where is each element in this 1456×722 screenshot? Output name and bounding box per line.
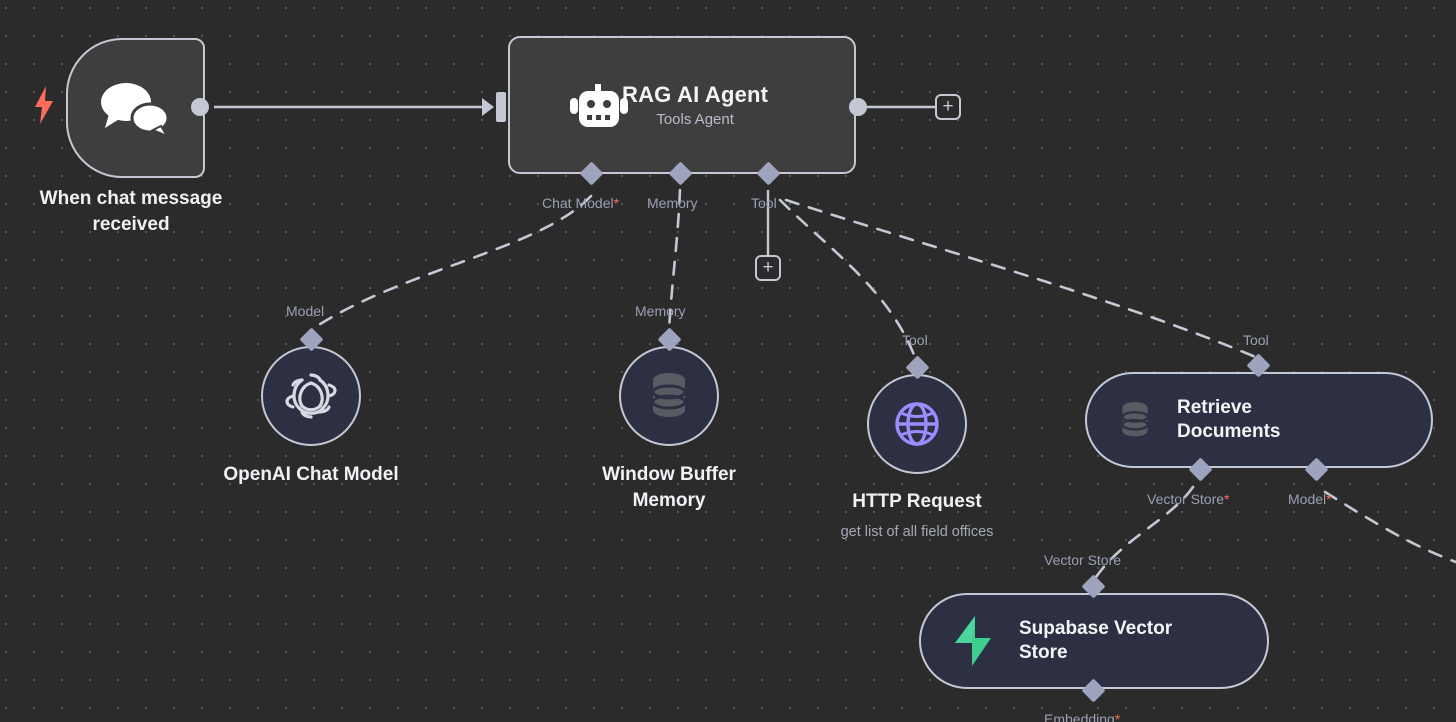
add-node-after-agent-button[interactable]: + xyxy=(935,94,961,120)
add-tool-button[interactable]: + xyxy=(755,255,781,281)
agent-input-port[interactable] xyxy=(496,92,506,122)
node-window-buffer-memory[interactable] xyxy=(619,346,719,446)
port-label-retrieve-vector-store: Vector Store* xyxy=(1147,491,1230,507)
port-label-retrieve-tool: Tool xyxy=(1243,332,1269,348)
node-retrieve-documents[interactable]: Retrieve Documents xyxy=(1085,372,1433,468)
openai-icon xyxy=(285,373,337,419)
port-label-supabase-embedding: Embedding* xyxy=(1044,711,1121,722)
node-rag-ai-agent[interactable]: RAG AI Agent Tools Agent xyxy=(508,36,856,174)
node-caption-window-buffer-memory: Window Buffer Memory xyxy=(602,464,736,511)
agent-input-arrow xyxy=(482,98,494,116)
port-label-retrieve-model: Model* xyxy=(1288,491,1332,507)
node-caption-http-request: HTTP Request xyxy=(852,491,982,512)
chat-bubbles-icon xyxy=(95,78,175,140)
port-label-supabase-vector-store: Vector Store xyxy=(1044,552,1122,568)
port-label-openai-model: Model xyxy=(286,303,325,319)
port-label-memory: Memory xyxy=(647,195,698,211)
supabase-icon xyxy=(955,616,991,666)
agent-subtitle: Tools Agent xyxy=(656,111,734,128)
node-http-request[interactable] xyxy=(867,374,967,474)
retrieve-documents-title: Retrieve Documents xyxy=(1177,396,1281,442)
globe-icon xyxy=(895,402,939,446)
node-supabase-vector-store[interactable]: Supabase Vector Store xyxy=(919,593,1269,689)
node-subcaption-http-request: get list of all field offices xyxy=(840,524,994,540)
database-icon xyxy=(651,373,687,417)
lightning-bolt-icon xyxy=(33,86,55,124)
port-label-memory-node: Memory xyxy=(635,303,686,319)
workflow-canvas[interactable]: When chat message received RAG AI Agent … xyxy=(0,0,1456,722)
port-label-http-tool: Tool xyxy=(902,332,928,348)
robot-icon xyxy=(570,84,628,130)
port-label-tool: Tool xyxy=(751,195,777,211)
port-label-chat-model: Chat Model* xyxy=(542,195,620,211)
node-openai-chat-model[interactable] xyxy=(261,346,361,446)
node-caption-trigger: When chat message received xyxy=(39,188,223,235)
agent-output-port[interactable] xyxy=(849,98,867,116)
trigger-output-port[interactable] xyxy=(191,98,209,116)
supabase-title: Supabase Vector Store xyxy=(1019,617,1173,663)
agent-title: RAG AI Agent xyxy=(622,82,769,107)
node-caption-openai-chat-model: OpenAI Chat Model xyxy=(223,464,399,485)
database-icon xyxy=(1121,402,1149,437)
